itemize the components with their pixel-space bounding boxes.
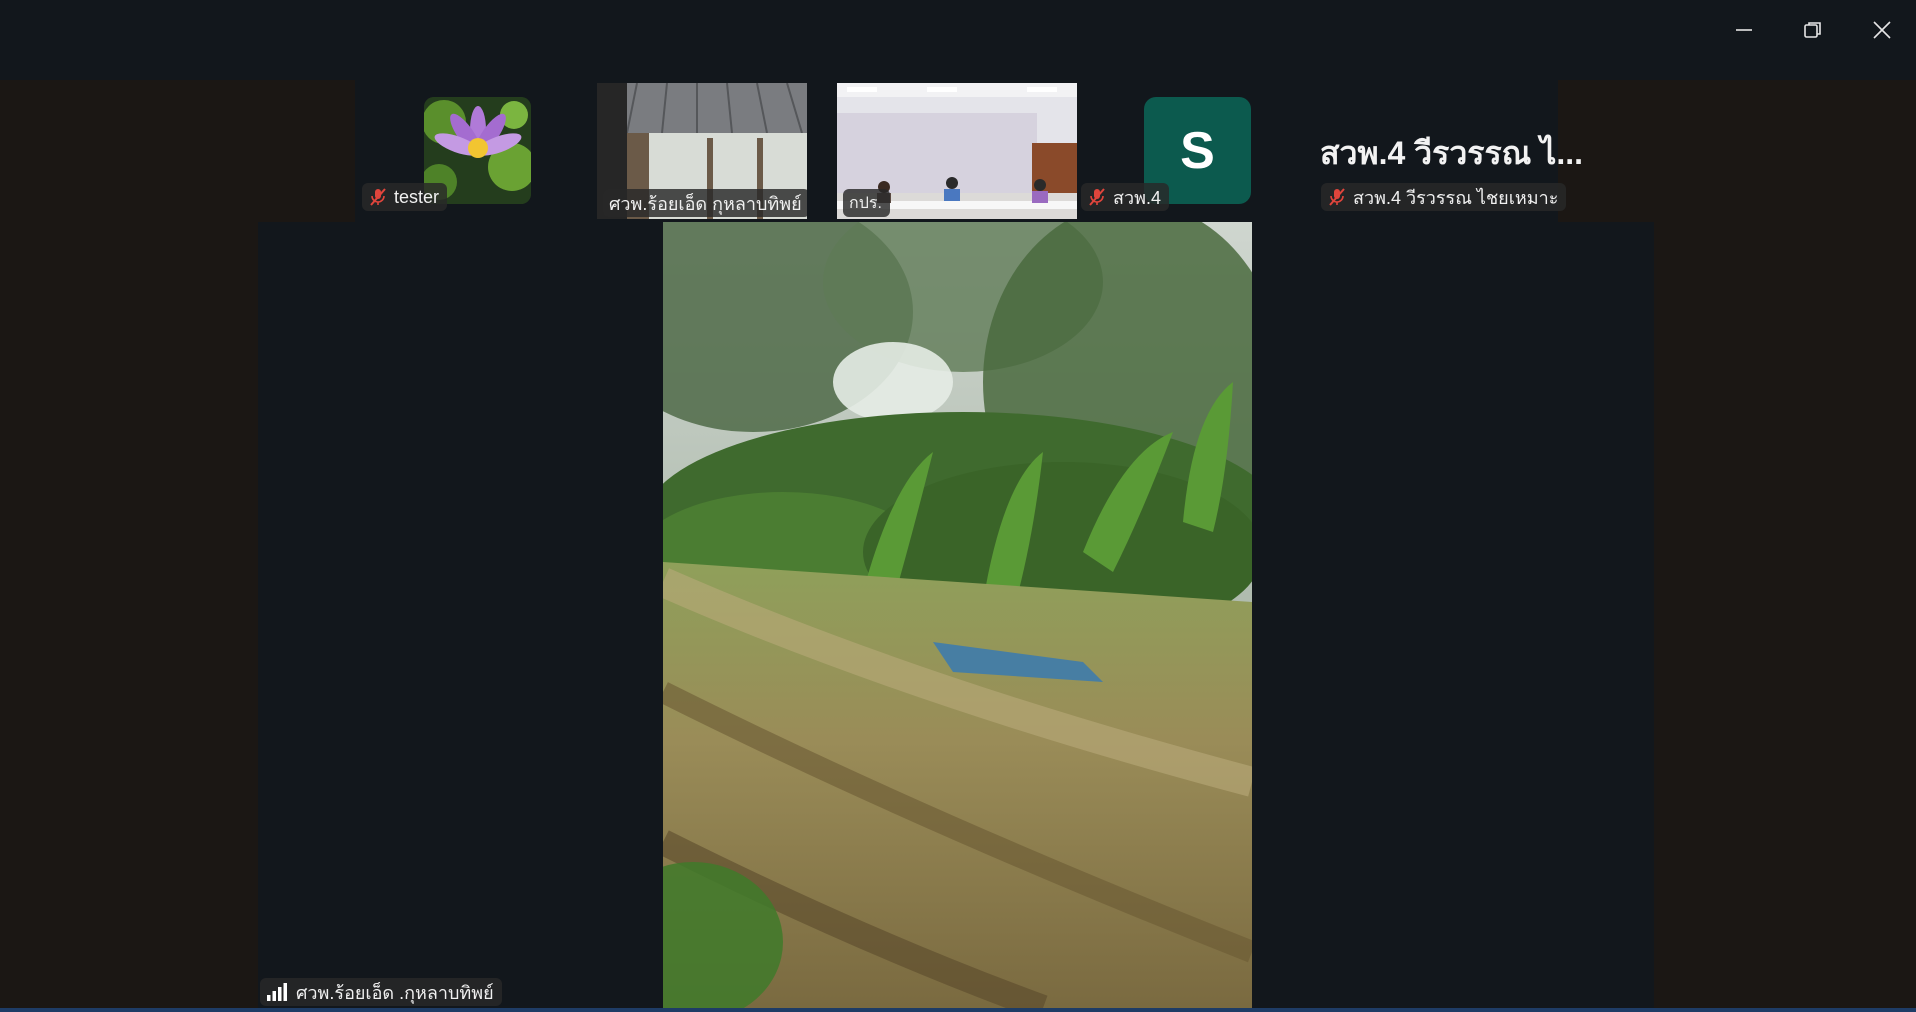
mic-muted-icon: [1089, 188, 1105, 206]
minimize-button[interactable]: [1710, 10, 1778, 50]
title-bar: [0, 0, 1916, 80]
active-speaker-name-tag: ศวพ.ร้อยเอ็ด .กุหลาบทิพย์: [260, 978, 502, 1006]
stage-margin-left: [0, 222, 258, 1012]
mic-muted-icon: [1329, 188, 1345, 206]
participant-name: tester: [394, 186, 440, 207]
participant-display-name: สวพ.4 วีรวรรณ ไ...: [1320, 135, 1584, 171]
restore-icon: [1804, 22, 1821, 38]
close-icon: [1873, 21, 1891, 39]
restore-button[interactable]: [1779, 10, 1847, 50]
participant-name: สวพ.4 วีรวรรณ ไชยเหมาะ: [1353, 187, 1559, 208]
close-button[interactable]: [1848, 10, 1916, 50]
participant-name-tag: สวพ.4 วีรวรรณ ไชยเหมาะ: [1321, 183, 1567, 211]
window-bottom-border: [0, 1008, 1916, 1012]
participant-tile[interactable]: ศวพ.ร้อยเอ็ด กุหลาบทิพย์: [597, 83, 807, 219]
participant-name-tag: กปร.: [843, 189, 890, 217]
minimize-icon: [1736, 29, 1752, 31]
participant-name: กปร.: [849, 194, 882, 212]
banana-field-video: [663, 222, 1252, 1008]
participant-name-tag: tester: [362, 183, 448, 211]
participant-name: ศวพ.ร้อยเอ็ด กุหลาบทิพย์: [609, 193, 802, 214]
active-speaker-name: ศวพ.ร้อยเอ็ด .กุหลาบทิพย์: [296, 982, 494, 1003]
participant-name: สวพ.4: [1113, 187, 1161, 208]
signal-bars-icon: [267, 983, 287, 1001]
participant-name-tag: สวพ.4: [1081, 183, 1169, 211]
mic-muted-icon: [370, 188, 386, 206]
participant-tile[interactable]: กปร.: [837, 83, 1077, 219]
participant-name-tag: ศวพ.ร้อยเอ็ด กุหลาบทิพย์: [603, 189, 807, 217]
stage-margin-right: [1654, 222, 1916, 1012]
avatar-letter: S: [1180, 121, 1215, 180]
